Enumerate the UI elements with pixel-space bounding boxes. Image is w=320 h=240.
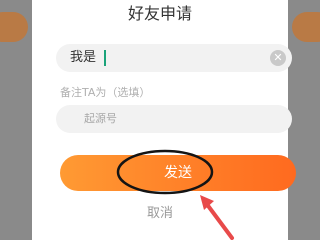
request-prefix-text: 我是: [70, 50, 97, 65]
request-message-input[interactable]: 我是 ✕: [56, 44, 292, 72]
send-button[interactable]: 发送: [60, 155, 296, 191]
cancel-button[interactable]: 取消: [32, 205, 288, 223]
friend-request-dialog: 好友申请 我是 ✕ 备注TA为（选填） 起源号 发送 取消: [32, 0, 296, 240]
dialog-title: 好友申请: [127, 4, 192, 23]
background-pill-right: [292, 12, 320, 42]
text-caret: [104, 50, 106, 66]
background-pill-left: [0, 12, 28, 42]
remark-input[interactable]: 起源号: [56, 105, 292, 133]
remark-label: 备注TA为（选填）: [60, 86, 151, 99]
remark-placeholder: 起源号: [84, 112, 117, 125]
clear-icon[interactable]: ✕: [270, 50, 286, 66]
